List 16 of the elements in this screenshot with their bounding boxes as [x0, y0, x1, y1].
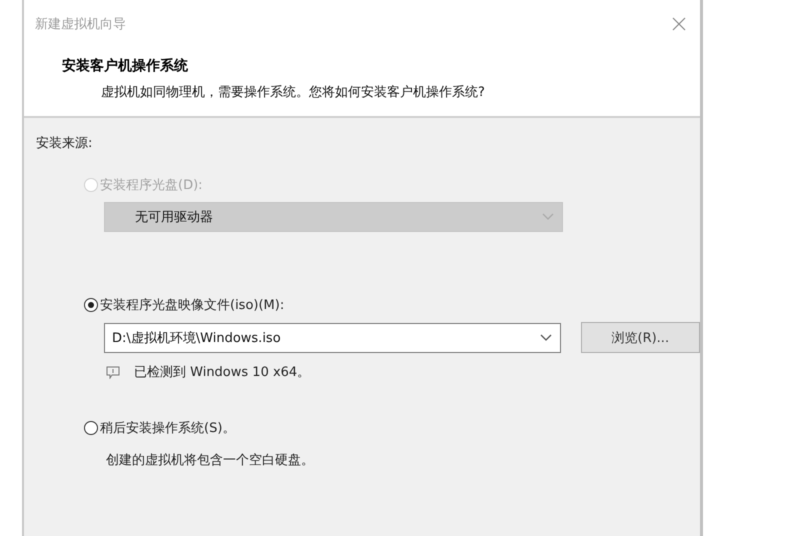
page-heading: 安装客户机操作系统: [62, 57, 189, 75]
page-subtitle: 虚拟机如同物理机，需要操作系统。您将如何安装客户机操作系统?: [101, 84, 486, 101]
radio-button[interactable]: [84, 421, 98, 435]
radio-button[interactable]: [84, 298, 98, 312]
close-icon[interactable]: [672, 17, 686, 31]
window-title: 新建虚拟机向导: [35, 16, 126, 33]
browse-button[interactable]: 浏览(R)...: [580, 322, 700, 353]
chevron-down-icon: [542, 213, 554, 221]
info-icon: [106, 366, 120, 378]
option-description: 创建的虚拟机将包含一个空白硬盘。: [106, 452, 314, 469]
chevron-down-icon: [540, 334, 552, 342]
option-label[interactable]: 安装程序光盘映像文件(iso)(M):: [100, 296, 284, 314]
detection-note: 已检测到 Windows 10 x64。: [134, 364, 310, 381]
section-label: 安装来源:: [36, 135, 92, 152]
option-label[interactable]: 稍后安装操作系统(S)。: [100, 419, 236, 437]
iso-path-field[interactable]: D:\虚拟机环境\Windows.iso: [104, 322, 561, 352]
